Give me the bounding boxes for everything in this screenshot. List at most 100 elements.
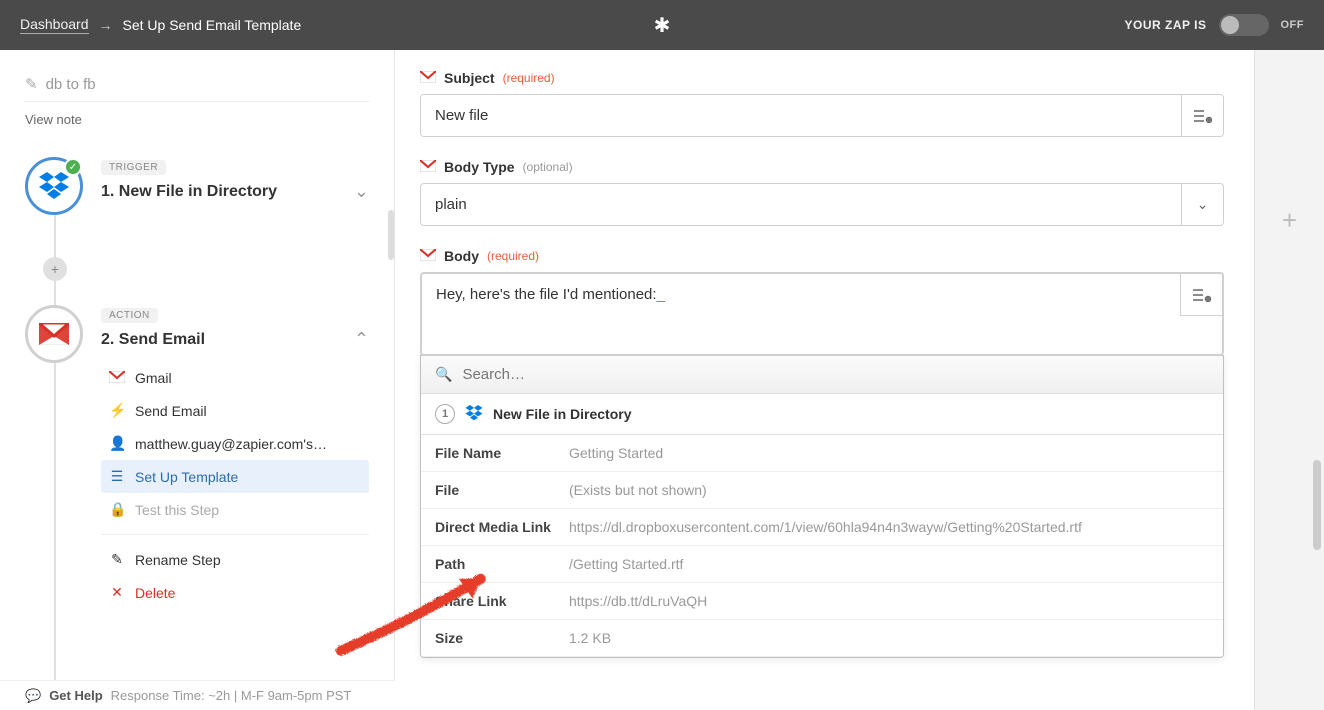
field-option-row[interactable]: File Name Getting Started [421,435,1223,472]
bodytype-select[interactable]: plain ⌄ [420,183,1224,226]
step-number-badge: 1 [435,404,455,424]
add-button[interactable]: + [1282,205,1297,236]
lock-icon: 🔒 [109,501,125,518]
response-time-label: Response Time: ~2h | M-F 9am-5pm PST [111,688,352,703]
field-option-row[interactable]: File(Exists but not shown) [421,472,1223,509]
field-key: Size [435,630,555,646]
trigger-tag: TRIGGER [101,160,166,175]
chat-icon: 💬 [25,688,41,704]
field-key: Path [435,556,555,572]
dropdown-source-label: New File in Directory [493,406,631,422]
field-option-row[interactable]: Size 1.2 KB [421,620,1223,657]
search-icon: 🔍 [435,366,452,383]
bolt-icon: ⚡ [109,402,125,419]
main-form: Subject (required) Body Type (optional) … [395,50,1249,710]
bodytype-label: Body Type [444,159,515,175]
text-cursor: _ [657,286,665,303]
sidebar-scrollbar[interactable] [388,210,394,260]
substep-app-label: Gmail [135,370,172,386]
add-step-button[interactable]: + [43,257,67,281]
substep-test[interactable]: 🔒 Test this Step [101,493,369,526]
field-value: https://dl.dropboxusercontent.com/1/view… [569,519,1082,535]
insert-field-button[interactable] [1180,274,1222,316]
substep-delete-label: Delete [135,585,175,601]
field-value: 1.2 KB [569,630,611,646]
gmail-icon [420,248,436,264]
body-textarea[interactable]: Hey, here's the file I'd mentioned:_ [420,272,1224,356]
field-key: Direct Media Link [435,519,555,535]
pencil-icon: ✎ [25,75,38,93]
sidebar: ✎ db to fb View note + ✓ TRIGGER 1. New … [0,50,395,680]
zap-status-label: YOUR ZAP IS [1125,18,1207,32]
right-rail: + [1254,50,1324,710]
bodytype-value: plain [421,184,1181,225]
dashboard-link[interactable]: Dashboard [20,16,89,34]
trigger-step[interactable]: ✓ TRIGGER 1. New File in Directory ⌄ [25,157,369,215]
field-value: (Exists but not shown) [569,482,707,498]
optional-label: (optional) [523,160,573,174]
toggle-knob [1221,16,1239,34]
field-picker-dropdown: 🔍 1 New File in Directory File Name Getti… [420,355,1224,658]
chevron-up-icon[interactable]: ⌃ [354,329,369,350]
subject-field-group: Subject (required) [420,70,1224,137]
substep-app[interactable]: Gmail [101,362,369,394]
field-value: /Getting Started.rtf [569,556,683,572]
divider [101,534,369,535]
substep-rename[interactable]: ✎ Rename Step [101,543,369,576]
field-value: https://db.tt/dLruVaQH [569,593,707,609]
chevron-down-icon[interactable]: ⌄ [354,181,369,202]
delete-icon: ✕ [109,584,125,601]
top-bar: Dashboard → Set Up Send Email Template ✱… [0,0,1324,50]
right-scrollbar[interactable] [1313,460,1321,550]
field-value: Getting Started [569,445,663,461]
field-option-row[interactable]: Share Link https://db.tt/dLruVaQH [421,583,1223,620]
zapier-logo-icon: ✱ [654,13,671,38]
breadcrumb-arrow: → [99,17,113,33]
step-connector-tail [54,357,56,680]
dropdown-search-input[interactable] [462,366,1209,383]
page-title: Set Up Send Email Template [123,17,302,33]
substep-account-label: matthew.guay@zapier.com's… [135,436,327,452]
dropdown-search[interactable]: 🔍 [421,356,1223,394]
substep-template[interactable]: ☰ Set Up Template [101,460,369,493]
field-key: Share Link [435,593,555,609]
field-key: File Name [435,445,555,461]
trigger-title: 1. New File in Directory [101,183,277,201]
substep-delete[interactable]: ✕ Delete [101,576,369,609]
zap-toggle[interactable] [1219,14,1269,36]
trigger-app-icon: ✓ [25,157,83,215]
get-help-label: Get Help [49,688,102,703]
required-label: (required) [487,249,539,263]
gmail-icon [109,370,125,386]
field-option-row[interactable]: Direct Media Link https://dl.dropboxuserc… [421,509,1223,546]
substep-test-label: Test this Step [135,502,219,518]
substep-action-label: Send Email [135,403,207,419]
zap-status: YOUR ZAP IS OFF [1125,14,1304,36]
subject-label: Subject [444,70,495,86]
body-value: Hey, here's the file I'd mentioned: [436,286,657,303]
view-note-link[interactable]: View note [25,112,369,127]
action-tag: ACTION [101,308,158,323]
action-app-icon [25,305,83,363]
dropbox-icon [465,405,483,424]
substep-template-label: Set Up Template [135,469,238,485]
substep-rename-label: Rename Step [135,552,221,568]
dropdown-source-header[interactable]: 1 New File in Directory [421,394,1223,435]
body-label: Body [444,248,479,264]
pencil-icon: ✎ [109,551,125,568]
subject-input[interactable] [421,95,1181,136]
insert-field-button[interactable] [1181,95,1223,136]
gmail-icon [420,159,436,175]
field-option-row[interactable]: Path/Getting Started.rtf [421,546,1223,583]
substep-account[interactable]: 👤 matthew.guay@zapier.com's… [101,427,369,460]
zap-name: db to fb [46,76,96,93]
required-label: (required) [503,71,555,85]
body-field-group: Body (required) Hey, here's the file I'd… [420,248,1224,658]
substep-action[interactable]: ⚡ Send Email [101,394,369,427]
zap-name-row[interactable]: ✎ db to fb [25,75,369,102]
help-footer[interactable]: 💬 Get Help Response Time: ~2h | M-F 9am-… [0,680,395,710]
template-icon: ☰ [109,468,125,485]
action-title: 2. Send Email [101,331,205,349]
gmail-icon [420,70,436,86]
action-step[interactable]: ACTION 2. Send Email ⌃ Gmail ⚡ Send Emai… [25,305,369,609]
